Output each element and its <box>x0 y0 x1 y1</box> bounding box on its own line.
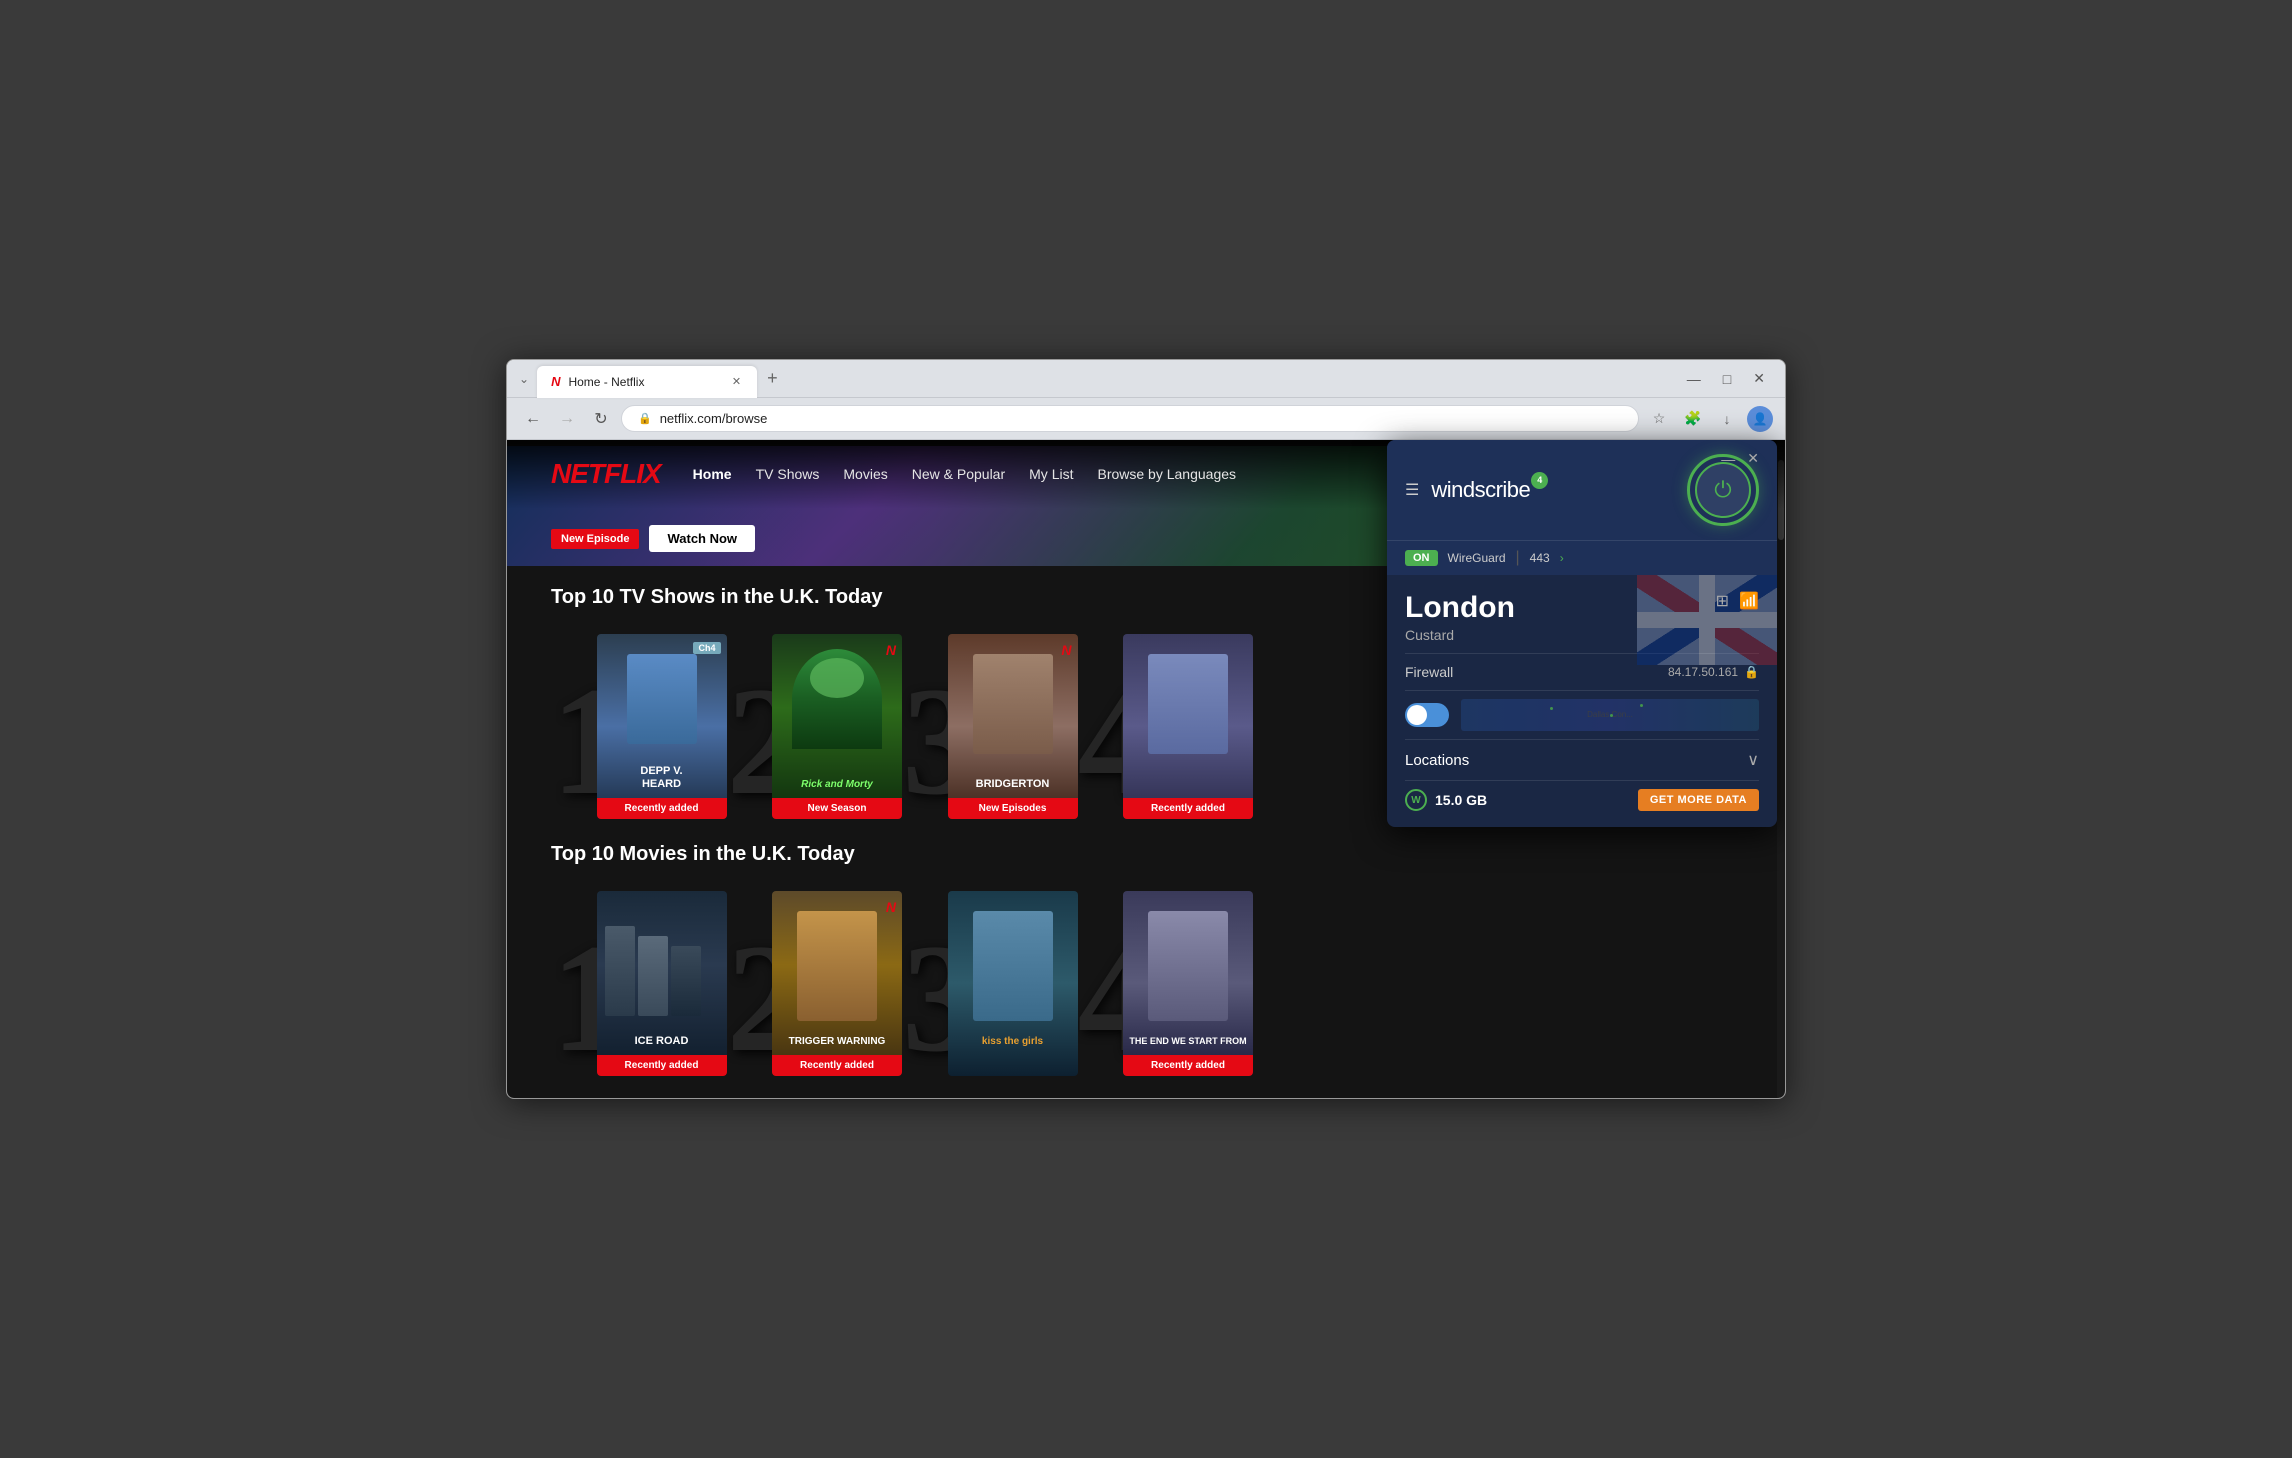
maximize-window-btn[interactable]: □ <box>1715 369 1739 389</box>
new-episode-badge: New Episode <box>551 529 639 549</box>
tab-dropdown-btn[interactable]: ⌄ <box>519 372 529 386</box>
show-card-extra-tv[interactable]: Recently added <box>1123 634 1253 819</box>
ice-road-badge: Recently added <box>597 1055 727 1076</box>
ws-logo-text: windscribe <box>1431 477 1530 503</box>
address-bar[interactable]: 🔒 netflix.com/browse <box>621 405 1639 432</box>
watch-now-btn[interactable]: Watch Now <box>649 525 755 552</box>
ws-ip-address: 84.17.50.161 <box>1668 665 1738 679</box>
reload-btn[interactable]: ↻ <box>587 405 615 433</box>
ws-lock-icon: 🔒 <box>1744 665 1759 679</box>
ws-get-more-btn[interactable]: GET MORE DATA <box>1638 789 1759 811</box>
bookmark-btn[interactable]: ☆ <box>1645 405 1673 433</box>
games-title: Games <box>551 1096 618 1099</box>
ws-notification-badge: 4 <box>1531 472 1548 489</box>
depp-badge: Recently added <box>597 798 727 819</box>
show-card-rick[interactable]: N Rick and Morty New Season <box>772 634 902 819</box>
movie-item-2[interactable]: 2 N TRIGGER WARNING Recently added <box>727 891 903 1076</box>
show-card-kiss[interactable]: kiss the girls <box>948 891 1078 1076</box>
movies-section-title: Top 10 Movies in the U.K. Today <box>551 843 1741 866</box>
minimize-window-btn[interactable]: — <box>1679 369 1709 389</box>
movie-item-3[interactable]: 3 kiss the girls <box>902 891 1078 1076</box>
active-tab[interactable]: N Home - Netflix ✕ <box>537 366 757 398</box>
nav-my-list[interactable]: My List <box>1029 466 1073 482</box>
extension-btn[interactable]: 🧩 <box>1679 405 1707 433</box>
movie-item-1[interactable]: 1 ICE ROAD <box>551 891 727 1076</box>
movies-section: Top 10 Movies in the U.K. Today 1 <box>551 843 1741 1076</box>
tv-item-2[interactable]: 2 N Rick and Morty New Season <box>727 634 903 819</box>
end-badge: Recently added <box>1123 1055 1253 1076</box>
windscribe-panel: ☰ windscribe 4 ⏻ ON WireGuard | <box>1387 440 1777 827</box>
ws-firewall-label: Firewall <box>1405 664 1453 680</box>
ws-menu-btn[interactable]: ☰ <box>1405 480 1419 500</box>
trigger-badge: Recently added <box>772 1055 902 1076</box>
movie-item-4[interactable]: 4 THE END WE START FROM Recently added <box>1078 891 1254 1076</box>
show-card-end[interactable]: THE END WE START FROM Recently added <box>1123 891 1253 1076</box>
nav-browse-languages[interactable]: Browse by Languages <box>1097 466 1236 482</box>
tab-title: Home - Netflix <box>568 375 644 389</box>
movies-row: 1 ICE ROAD <box>551 876 1741 1076</box>
rick-badge: New Season <box>772 798 902 819</box>
ws-close-btn[interactable]: ✕ <box>1743 448 1763 469</box>
ws-multi-icon-btn[interactable]: ⊞ <box>1716 591 1729 611</box>
security-icon: 🔒 <box>638 412 652 425</box>
show-card-depp[interactable]: Ch4 DEPP V.HEARD Recently added <box>597 634 727 819</box>
forward-btn[interactable]: → <box>553 405 581 433</box>
show-card-trigger[interactable]: N TRIGGER WARNING Recently added <box>772 891 902 1076</box>
tv-item-3[interactable]: 3 N BRIDGERTON New Episodes <box>902 634 1078 819</box>
bridgerton-badge: New Episodes <box>948 798 1078 819</box>
ws-port: 443 <box>1530 551 1550 565</box>
ws-signal-icon-btn[interactable]: 📶 <box>1739 591 1759 611</box>
new-tab-btn[interactable]: + <box>757 366 788 391</box>
extra-tv-badge: Recently added <box>1123 798 1253 819</box>
show-card-ice-road[interactable]: ICE ROAD Recently added <box>597 891 727 1076</box>
back-btn[interactable]: ← <box>519 405 547 433</box>
ws-arrow-icon: › <box>1560 551 1564 565</box>
scrollbar[interactable] <box>1777 440 1785 1099</box>
tv-item-4[interactable]: 4 Recently added <box>1078 634 1254 819</box>
netflix-logo[interactable]: NETFLIX <box>551 458 661 490</box>
nav-home[interactable]: Home <box>693 466 732 482</box>
tab-close-btn[interactable]: ✕ <box>730 375 743 388</box>
show-card-bridgerton[interactable]: N BRIDGERTON New Episodes <box>948 634 1078 819</box>
ws-power-icon: ⏻ <box>1714 479 1731 501</box>
download-btn[interactable]: ↓ <box>1713 405 1741 433</box>
nav-new-popular[interactable]: New & Popular <box>912 466 1005 482</box>
ws-location-name: London <box>1405 591 1759 625</box>
ws-sublocation: Custard <box>1405 627 1759 643</box>
tv-item-1[interactable]: 1 Ch4 DEPP V.HEARD Recently added <box>551 634 727 819</box>
games-section: Games BETA <box>551 1096 1741 1099</box>
tab-favicon: N <box>551 374 560 389</box>
ws-data-usage: 15.0 GB <box>1435 792 1487 808</box>
nav-movies[interactable]: Movies <box>843 466 887 482</box>
close-window-btn[interactable]: ✕ <box>1745 368 1773 389</box>
ws-locations-expand-btn[interactable]: ∨ <box>1747 750 1759 770</box>
nav-tv-shows[interactable]: TV Shows <box>756 466 820 482</box>
ws-on-indicator: ON <box>1405 550 1438 566</box>
ws-protocol: WireGuard <box>1448 551 1506 565</box>
ws-firewall-toggle[interactable] <box>1405 703 1449 727</box>
ws-locations-label: Locations <box>1405 752 1469 769</box>
ws-separator: | <box>1516 549 1520 567</box>
profile-btn[interactable]: 👤 <box>1747 406 1773 432</box>
url-text: netflix.com/browse <box>660 411 768 426</box>
ws-minimize-btn[interactable]: — <box>1717 448 1739 469</box>
